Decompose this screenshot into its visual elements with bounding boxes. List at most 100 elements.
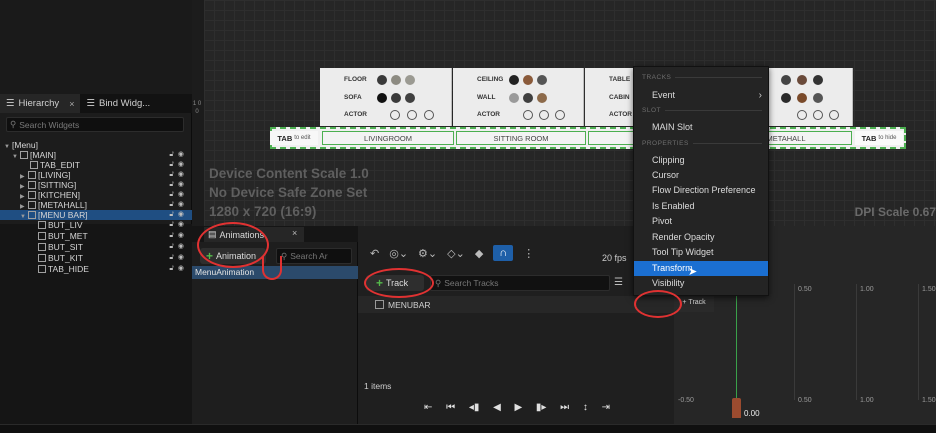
material-swatch[interactable] [781,75,791,85]
tab-hide-button[interactable]: TAB to hide [855,131,903,145]
menu-item-visibility[interactable]: Visibility [634,276,768,291]
material-swatch[interactable] [377,93,387,103]
tree-item-main[interactable]: ▼ [MAIN] 🔓︎ ◉ [0,150,192,160]
material-swatch[interactable] [377,75,387,85]
livingroom-button[interactable]: LIVINGROOM [322,131,454,145]
playhead-line[interactable] [736,292,737,400]
eye-icon[interactable]: ◉ [178,170,184,180]
play-icon[interactable]: ▶ [515,402,523,413]
material-swatch[interactable] [523,75,533,85]
tree-item-kitchen[interactable]: ▶ [KITCHEN] 🔓︎ ◉ [0,190,192,200]
tab-edit-button[interactable]: TAB to edit [270,131,318,145]
tab-bind-widgets[interactable]: ☰ Bind Widg... [80,94,156,113]
menu-item-main-slot[interactable]: MAIN Slot [634,120,768,135]
material-swatch[interactable] [509,75,519,85]
eye-icon[interactable]: ◉ [178,200,184,210]
actor-icon[interactable] [424,110,434,120]
tree-item-but-liv[interactable]: BUT_LIV 🔓︎ ◉ [0,220,192,230]
menubar-widget[interactable]: TAB to edit LIVINGROOM SITTING ROOM METAH… [270,127,906,149]
prev-key-icon[interactable]: ⏮ [446,402,455,413]
settings-icon[interactable]: ⚙⌄ [418,247,437,260]
menu-item-tool-tip-widget[interactable]: Tool Tip Widget [634,245,768,260]
material-swatch[interactable] [813,93,823,103]
tree-item-but-met[interactable]: BUT_MET 🔓︎ ◉ [0,231,192,241]
eye-icon[interactable]: ◉ [178,210,184,220]
actor-icon[interactable] [523,110,533,120]
lock-icon[interactable]: 🔓︎ [169,190,174,200]
eye-icon[interactable]: ◉ [178,190,184,200]
eye-icon[interactable]: ◉ [178,150,184,160]
lock-icon[interactable]: 🔓︎ [169,242,174,252]
tree-item-living[interactable]: ▶ [LIVING] 🔓︎ ◉ [0,170,192,180]
tree-item-tab-edit[interactable]: TAB_EDIT 🔓︎ ◉ [0,160,192,170]
menu-item-clipping[interactable]: Clipping [634,153,768,168]
search-animations-input[interactable]: ⚲ Search Ar [276,248,352,264]
lock-icon[interactable]: 🔓︎ [169,220,174,230]
menu-item-render-opacity[interactable]: Render Opacity [634,230,768,245]
add-key-icon[interactable]: ◆ [475,247,483,260]
view-options-icon[interactable]: ◎⌄ [389,247,408,260]
tree-item-but-kit[interactable]: BUT_KIT 🔓︎ ◉ [0,253,192,263]
material-swatch[interactable] [405,75,415,85]
material-swatch[interactable] [523,93,533,103]
material-swatch[interactable] [537,75,547,85]
designer-viewport[interactable]: FLOOR SOFA ACTOR CEILING WALL ACTOR TABL… [204,0,936,226]
tab-hierarchy[interactable]: ☰ Hierarchy × [0,94,81,113]
eye-icon[interactable]: ◉ [178,264,184,274]
tree-item-menu[interactable]: ▼ [Menu] [0,140,192,150]
menu-item-is-enabled[interactable]: Is Enabled [634,199,768,214]
filter-icon[interactable]: ☰ [614,277,623,288]
menu-item-transform[interactable]: Transform [634,261,768,276]
playhead-handle[interactable] [732,398,741,418]
material-swatch[interactable] [509,93,519,103]
material-swatch[interactable] [813,75,823,85]
go-to-end-icon[interactable]: ⇥ [602,402,610,413]
actor-icon[interactable] [555,110,565,120]
lock-icon[interactable]: 🔓︎ [169,210,174,220]
step-back-icon[interactable]: ◂▮ [469,402,480,413]
material-swatch[interactable] [405,93,415,103]
material-swatch[interactable] [391,75,401,85]
actor-icon[interactable] [829,110,839,120]
fps-label[interactable]: 20 fps [602,253,627,263]
lock-icon[interactable]: 🔓︎ [169,253,174,263]
lock-icon[interactable]: 🔓︎ [169,180,174,190]
lock-icon[interactable]: 🔓︎ [169,170,174,180]
search-tracks-input[interactable]: ⚲ Search Tracks [430,275,610,291]
lock-icon[interactable]: 🔓︎ [169,160,174,170]
lock-icon[interactable]: 🔓︎ [169,150,174,160]
material-swatch[interactable] [797,75,807,85]
tree-item-sitting[interactable]: ▶ [SITTING] 🔓︎ ◉ [0,180,192,190]
eye-icon[interactable]: ◉ [178,231,184,241]
material-swatch[interactable] [537,93,547,103]
close-icon[interactable]: × [292,228,297,238]
eye-icon[interactable]: ◉ [178,242,184,252]
search-widgets-input[interactable]: ⚲ Search Widgets [6,117,184,132]
step-forward-icon[interactable]: ▮▸ [536,402,547,413]
close-icon[interactable]: × [69,99,74,109]
actor-icon[interactable] [797,110,807,120]
keyframe-tool-icon[interactable]: ↶ [370,247,379,260]
menu-item-pivot[interactable]: Pivot [634,214,768,229]
menu-item-flow-direction[interactable]: Flow Direction Preference [634,183,768,198]
tree-item-but-sit[interactable]: BUT_SIT 🔓︎ ◉ [0,242,192,252]
loop-icon[interactable]: ↕ [583,402,588,413]
go-to-start-icon[interactable]: ⇤ [424,402,432,413]
eye-icon[interactable]: ◉ [178,253,184,263]
lock-icon[interactable]: 🔓︎ [169,264,174,274]
lock-icon[interactable]: 🔓︎ [169,231,174,241]
eye-icon[interactable]: ◉ [178,220,184,230]
tree-item-tab-hide[interactable]: TAB_HIDE 🔓︎ ◉ [0,264,192,274]
menu-item-cursor[interactable]: Cursor [634,168,768,183]
eye-icon[interactable]: ◉ [178,160,184,170]
sitting-room-button[interactable]: SITTING ROOM [456,131,586,145]
lock-icon[interactable]: 🔓︎ [169,200,174,210]
actor-icon[interactable] [813,110,823,120]
play-reverse-icon[interactable]: ◀ [493,402,501,413]
material-swatch[interactable] [781,93,791,103]
eye-icon[interactable]: ◉ [178,180,184,190]
material-swatch[interactable] [391,93,401,103]
more-icon[interactable]: ⋮ [523,247,534,260]
material-swatch[interactable] [797,93,807,103]
tree-item-metahall[interactable]: ▶ [METAHALL] 🔓︎ ◉ [0,200,192,210]
